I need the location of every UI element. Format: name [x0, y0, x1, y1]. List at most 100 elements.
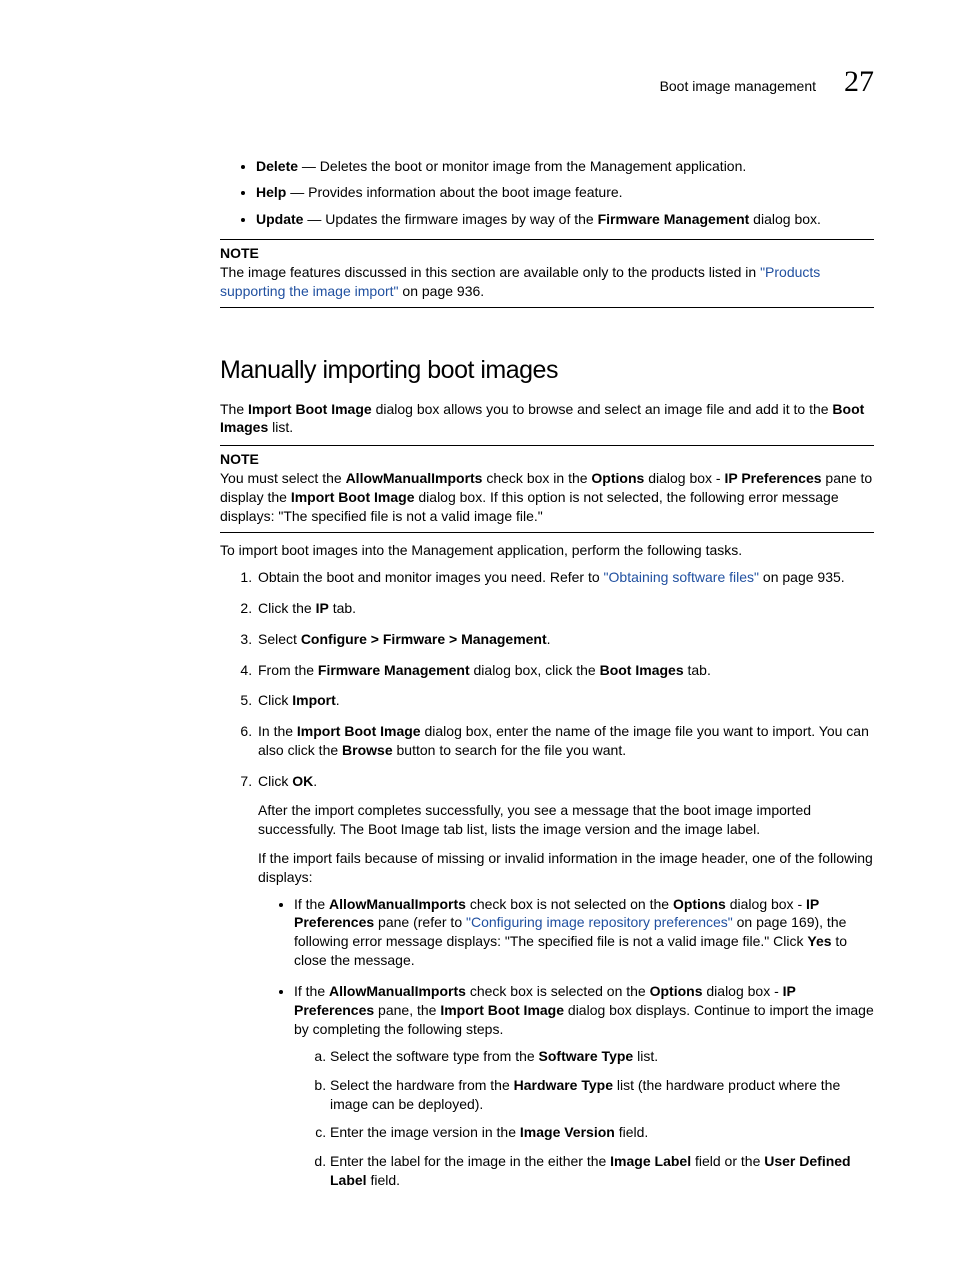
text: In the: [258, 723, 297, 739]
steps-list: Obtain the boot and monitor images you n…: [220, 568, 874, 1190]
text: button to search for the file you want.: [393, 742, 626, 758]
section-heading: Manually importing boot images: [220, 354, 874, 388]
divider: [220, 307, 874, 308]
text: The: [220, 401, 248, 417]
note-text: The image features discussed in this sec…: [220, 263, 874, 301]
sub-bullets: If the AllowManualImports check box is n…: [258, 895, 874, 1191]
text: on page 936.: [399, 283, 485, 299]
list-item: If the AllowManualImports check box is n…: [294, 895, 874, 971]
text: field.: [367, 1172, 400, 1188]
bold: Firmware Management: [318, 662, 470, 678]
text: pane (refer to: [374, 914, 466, 930]
text: Select the software type from the: [330, 1048, 539, 1064]
bold: Import Boot Image: [440, 1002, 564, 1018]
text: .: [336, 692, 340, 708]
bold: Import Boot Image: [291, 489, 415, 505]
note-text: You must select the AllowManualImports c…: [220, 469, 874, 526]
label: Delete: [256, 158, 298, 174]
text: — Deletes the boot or monitor image from…: [298, 158, 746, 174]
text: dialog box -: [726, 896, 806, 912]
text: field.: [615, 1124, 648, 1140]
text: — Updates the firmware images by way of …: [303, 211, 597, 227]
bold: Yes: [807, 933, 831, 949]
text: dialog box.: [749, 211, 821, 227]
list-item: Help — Provides information about the bo…: [256, 183, 874, 202]
text: check box in the: [482, 470, 591, 486]
step-2: Click the IP tab.: [256, 599, 874, 618]
bold: AllowManualImports: [329, 896, 466, 912]
text: Select the hardware from the: [330, 1077, 514, 1093]
sub-steps: Select the software type from the Softwa…: [294, 1047, 874, 1190]
link-obtaining-software-files[interactable]: "Obtaining software files": [604, 569, 759, 585]
step-6: In the Import Boot Image dialog box, ent…: [256, 722, 874, 760]
bold: Configure > Firmware > Management: [301, 631, 547, 647]
text: Enter the label for the image in the eit…: [330, 1153, 610, 1169]
text: tab.: [329, 600, 356, 616]
bold: Import Boot Image: [248, 401, 372, 417]
text: If the: [294, 983, 329, 999]
bold: IP Preferences: [724, 470, 821, 486]
sub-step-d: Enter the label for the image in the eit…: [330, 1152, 874, 1190]
text: dialog box, click the: [470, 662, 600, 678]
bold: Firmware Management: [598, 211, 750, 227]
sub-step-b: Select the hardware from the Hardware Ty…: [330, 1076, 874, 1114]
text: Click: [258, 692, 292, 708]
bold: Import Boot Image: [297, 723, 421, 739]
list-item: Update — Updates the firmware images by …: [256, 210, 874, 229]
sub-step-c: Enter the image version in the Image Ver…: [330, 1123, 874, 1142]
bold: Browse: [342, 742, 393, 758]
bold: Options: [673, 896, 726, 912]
text: From the: [258, 662, 318, 678]
link-configuring-image-repository-preferences[interactable]: "Configuring image repository preference…: [466, 914, 733, 930]
divider: [220, 532, 874, 533]
text: dialog box -: [703, 983, 783, 999]
bold: Options: [591, 470, 644, 486]
text: tab.: [684, 662, 711, 678]
paragraph: If the import fails because of missing o…: [258, 849, 874, 887]
text: Click the: [258, 600, 316, 616]
chapter-number: 27: [844, 62, 874, 103]
bold: Image Version: [520, 1124, 615, 1140]
text: Obtain the boot and monitor images you n…: [258, 569, 604, 585]
text: check box is selected on the: [466, 983, 650, 999]
text: .: [547, 631, 551, 647]
bold: OK: [292, 773, 313, 789]
header-title: Boot image management: [660, 77, 816, 96]
text: list.: [633, 1048, 658, 1064]
bold: Image Label: [610, 1153, 691, 1169]
divider: [220, 445, 874, 446]
bold: Hardware Type: [514, 1077, 613, 1093]
bold: AllowManualImports: [346, 470, 483, 486]
action-bullets: Delete — Deletes the boot or monitor ima…: [220, 157, 874, 230]
text: Select: [258, 631, 301, 647]
text: field or the: [691, 1153, 764, 1169]
text: — Provides information about the boot im…: [286, 184, 622, 200]
text: The image features discussed in this sec…: [220, 264, 760, 280]
text: dialog box -: [644, 470, 724, 486]
step-4: From the Firmware Management dialog box,…: [256, 661, 874, 680]
lead-in: To import boot images into the Managemen…: [220, 541, 874, 560]
text: list.: [268, 419, 293, 435]
note-label: NOTE: [220, 450, 874, 469]
text: If the: [294, 896, 329, 912]
step-5: Click Import.: [256, 691, 874, 710]
bold: IP: [316, 600, 329, 616]
list-item: Delete — Deletes the boot or monitor ima…: [256, 157, 874, 176]
text: Enter the image version in the: [330, 1124, 520, 1140]
divider: [220, 239, 874, 240]
text: You must select the: [220, 470, 346, 486]
sub-step-a: Select the software type from the Softwa…: [330, 1047, 874, 1066]
text: dialog box allows you to browse and sele…: [372, 401, 833, 417]
text: check box is not selected on the: [466, 896, 673, 912]
list-item: If the AllowManualImports check box is s…: [294, 982, 874, 1190]
step-1: Obtain the boot and monitor images you n…: [256, 568, 874, 587]
bold: Boot Images: [600, 662, 684, 678]
bold: Options: [650, 983, 703, 999]
text: Click: [258, 773, 292, 789]
bold: AllowManualImports: [329, 983, 466, 999]
label: Help: [256, 184, 286, 200]
intro-paragraph: The Import Boot Image dialog box allows …: [220, 400, 874, 438]
bold: Import: [292, 692, 336, 708]
text: pane, the: [374, 1002, 440, 1018]
text: .: [313, 773, 317, 789]
